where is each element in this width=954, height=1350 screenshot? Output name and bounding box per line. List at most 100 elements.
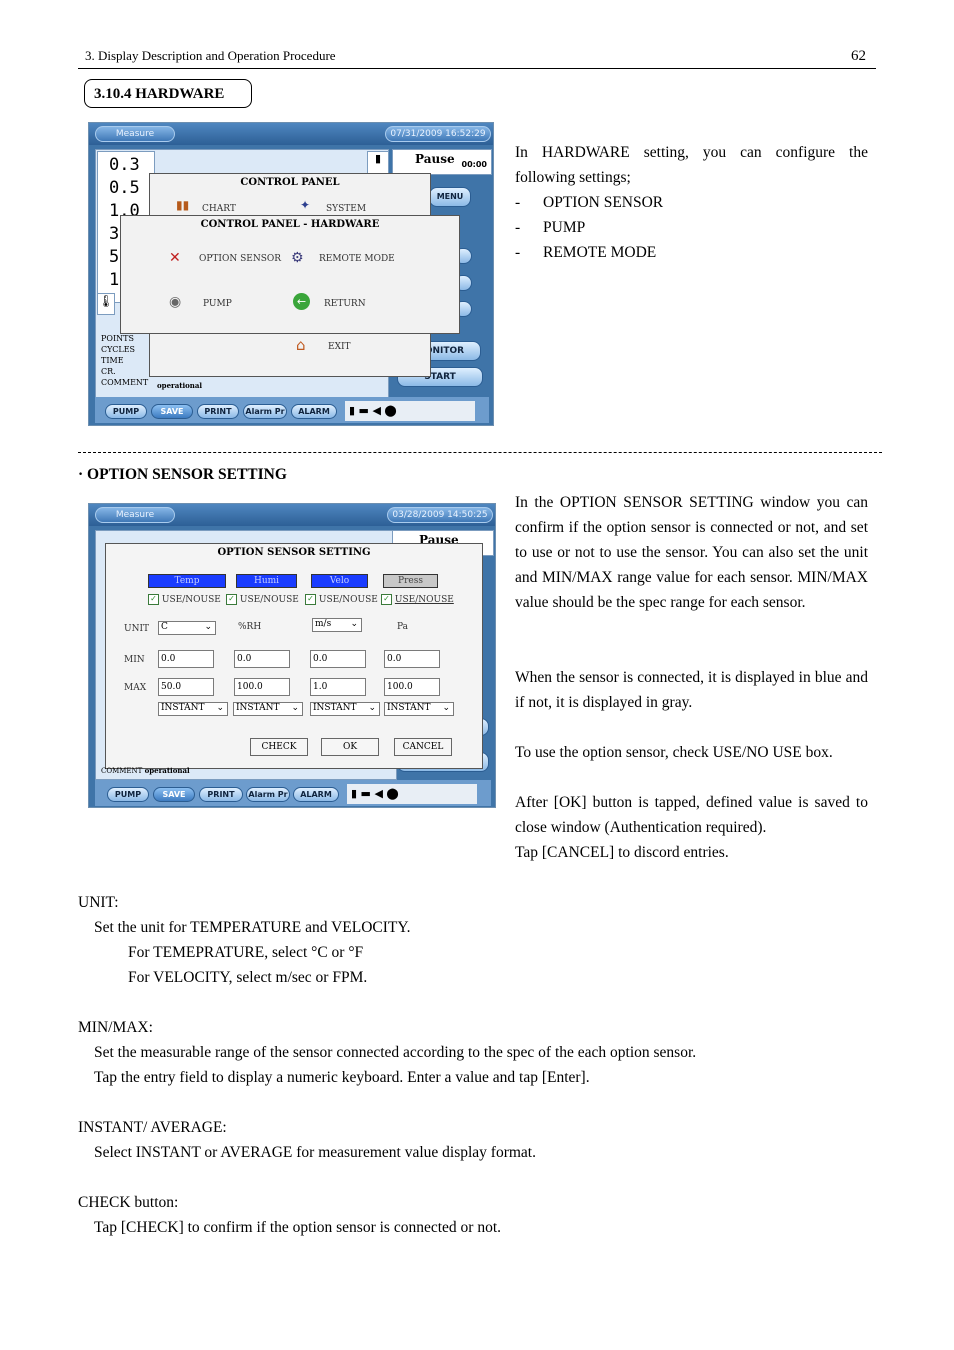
checkbox-icon: ✓ — [226, 594, 237, 605]
alarm-button[interactable]: ALARM — [291, 404, 337, 419]
section-title: 3.10.4 HARDWARE — [84, 79, 252, 108]
unit-value: C — [161, 622, 168, 632]
hardware-intro: In HARDWARE setting, you can configure t… — [515, 144, 868, 186]
mode-value: INSTANT — [161, 703, 205, 713]
option-paragraph-4: Tap [CANCEL] to discord entries. — [515, 844, 729, 861]
comment-value: operational — [144, 766, 190, 775]
system-item[interactable]: SYSTEM — [326, 204, 366, 214]
print-button[interactable]: PRINT — [199, 787, 243, 802]
return-item[interactable]: RETURN — [324, 299, 366, 309]
measure-tab[interactable]: Measure — [95, 507, 175, 523]
max-field-humi[interactable]: 100.0 — [234, 678, 290, 696]
reading-3: 3 — [109, 224, 120, 244]
unit-value-press: Pa — [397, 622, 409, 632]
pause-label: Pause — [415, 152, 455, 166]
check-heading: CHECK button: — [78, 1194, 179, 1211]
use-checkbox-press[interactable]: ✓ USE/NOUSE — [381, 594, 454, 605]
ok-button[interactable]: OK — [321, 738, 379, 756]
use-label: USE/NOUSE — [318, 595, 378, 605]
header-rule — [78, 68, 876, 69]
pump-item[interactable]: PUMP — [203, 299, 232, 309]
print-button[interactable]: PRINT — [197, 404, 239, 419]
minmax-line-0: Set the measurable range of the sensor c… — [94, 1044, 697, 1061]
mode-select-velo[interactable]: INSTANT ⌄ — [310, 702, 380, 716]
hardware-item-2: - REMOTE MODE — [515, 240, 656, 265]
chevron-down-icon: ⌄ — [368, 703, 376, 713]
unit-heading: UNIT: — [78, 894, 119, 911]
chevron-down-icon: ⌄ — [291, 703, 299, 713]
use-label: USE/NOUSE — [239, 595, 299, 605]
check-button[interactable]: CHECK — [250, 738, 308, 756]
cycles-label: CYCLES — [101, 345, 136, 354]
page-number: 62 — [851, 48, 866, 64]
pump-button[interactable]: PUMP — [105, 404, 147, 419]
exit-item[interactable]: EXIT — [328, 342, 351, 352]
alarm-pr-button[interactable]: Alarm Pr — [246, 787, 290, 802]
remote-mode-icon: ⚙ — [291, 250, 304, 266]
unit-value: m/s — [315, 619, 332, 629]
hardware-item-0: - OPTION SENSOR — [515, 190, 663, 215]
pump-icon: ◉ — [169, 294, 182, 310]
checkbox-icon: ✓ — [148, 594, 159, 605]
unit-line-2: For VELOCITY, select m/sec or FPM. — [128, 969, 368, 986]
option-paragraph-1: When the sensor is connected, it is disp… — [515, 669, 868, 711]
pause-time: 00:00 — [461, 160, 487, 169]
chart-item[interactable]: CHART — [202, 204, 236, 214]
unit-select-velo[interactable]: m/s ⌄ — [312, 618, 362, 632]
reading-1: 0.5 — [109, 178, 140, 198]
option-sensor-item[interactable]: OPTION SENSOR — [199, 254, 281, 264]
max-field-velo[interactable]: 1.0 — [310, 678, 366, 696]
instant-line-0: Select INSTANT or AVERAGE for measuremen… — [94, 1144, 536, 1161]
max-field-press[interactable]: 100.0 — [384, 678, 440, 696]
sensor-humi[interactable]: Humi — [236, 574, 297, 588]
alarm-button[interactable]: ALARM — [293, 787, 339, 802]
option-paragraph-3: After [OK] button is tapped, defined val… — [515, 794, 868, 836]
max-field-temp[interactable]: 50.0 — [158, 678, 214, 696]
min-field-humi[interactable]: 0.0 — [234, 650, 290, 668]
return-icon: ← — [293, 293, 310, 310]
save-button[interactable]: SAVE — [153, 787, 195, 802]
measure-tab[interactable]: Measure — [95, 126, 175, 142]
status-icons: ▮ ▬ ◀ ⬤ — [345, 401, 475, 421]
mode-value: INSTANT — [387, 703, 431, 713]
control-panel-title: CONTROL PANEL — [240, 177, 340, 188]
datetime-display: 07/31/2009 16:52:29 — [385, 126, 491, 142]
chapter-header: 3. Display Description and Operation Pro… — [85, 48, 336, 63]
option-sensor-screenshot: Measure 03/28/2009 14:50:25 Pause OPTION… — [88, 503, 496, 808]
comment-row: COMMENT operational — [101, 766, 190, 775]
cancel-button[interactable]: CANCEL — [394, 738, 452, 756]
pause-box[interactable]: Pause 00:00 — [392, 149, 492, 175]
sensor-press[interactable]: Press — [383, 574, 438, 588]
status-icons: ▮ ▬ ◀ ⬤ — [347, 784, 477, 804]
sensor-temp[interactable]: Temp — [148, 574, 226, 588]
mode-select-temp[interactable]: INSTANT ⌄ — [158, 702, 228, 716]
comment-label: COMMENT — [101, 378, 149, 387]
system-icon: ✦ — [300, 198, 311, 212]
min-field-press[interactable]: 0.0 — [384, 650, 440, 668]
min-label: MIN — [124, 655, 145, 665]
mode-value: INSTANT — [236, 703, 280, 713]
pump-button[interactable]: PUMP — [107, 787, 149, 802]
min-field-temp[interactable]: 0.0 — [158, 650, 214, 668]
use-checkbox-velo[interactable]: ✓ USE/NOUSE — [305, 594, 378, 605]
use-checkbox-temp[interactable]: ✓ USE/NOUSE — [148, 594, 221, 605]
alarm-pr-button[interactable]: Alarm Pr — [243, 404, 287, 419]
save-button[interactable]: SAVE — [151, 404, 193, 419]
sensor-velo[interactable]: Velo — [311, 574, 368, 588]
unit-label: UNIT — [124, 624, 150, 634]
chart-icon[interactable]: ▮ — [367, 151, 389, 175]
chevron-down-icon: ⌄ — [204, 622, 212, 632]
datetime-display: 03/28/2009 14:50:25 — [387, 507, 493, 523]
info-labels: POINTS CYCLES TIME CR. COMMENT — [101, 333, 148, 388]
home-icon: ⌂ — [296, 336, 306, 354]
hardware-screenshot: Measure 07/31/2009 16:52:29 0.3 0.5 1.0 … — [88, 122, 494, 426]
min-field-velo[interactable]: 0.0 — [310, 650, 366, 668]
checkbox-icon: ✓ — [305, 594, 316, 605]
mode-select-humi[interactable]: INSTANT ⌄ — [233, 702, 303, 716]
unit-select-temp[interactable]: C ⌄ — [158, 621, 216, 635]
menu-button[interactable]: MENU — [429, 187, 471, 207]
points-label: POINTS — [101, 334, 134, 343]
remote-mode-item[interactable]: REMOTE MODE — [319, 254, 395, 264]
mode-select-press[interactable]: INSTANT ⌄ — [384, 702, 454, 716]
use-checkbox-humi[interactable]: ✓ USE/NOUSE — [226, 594, 299, 605]
